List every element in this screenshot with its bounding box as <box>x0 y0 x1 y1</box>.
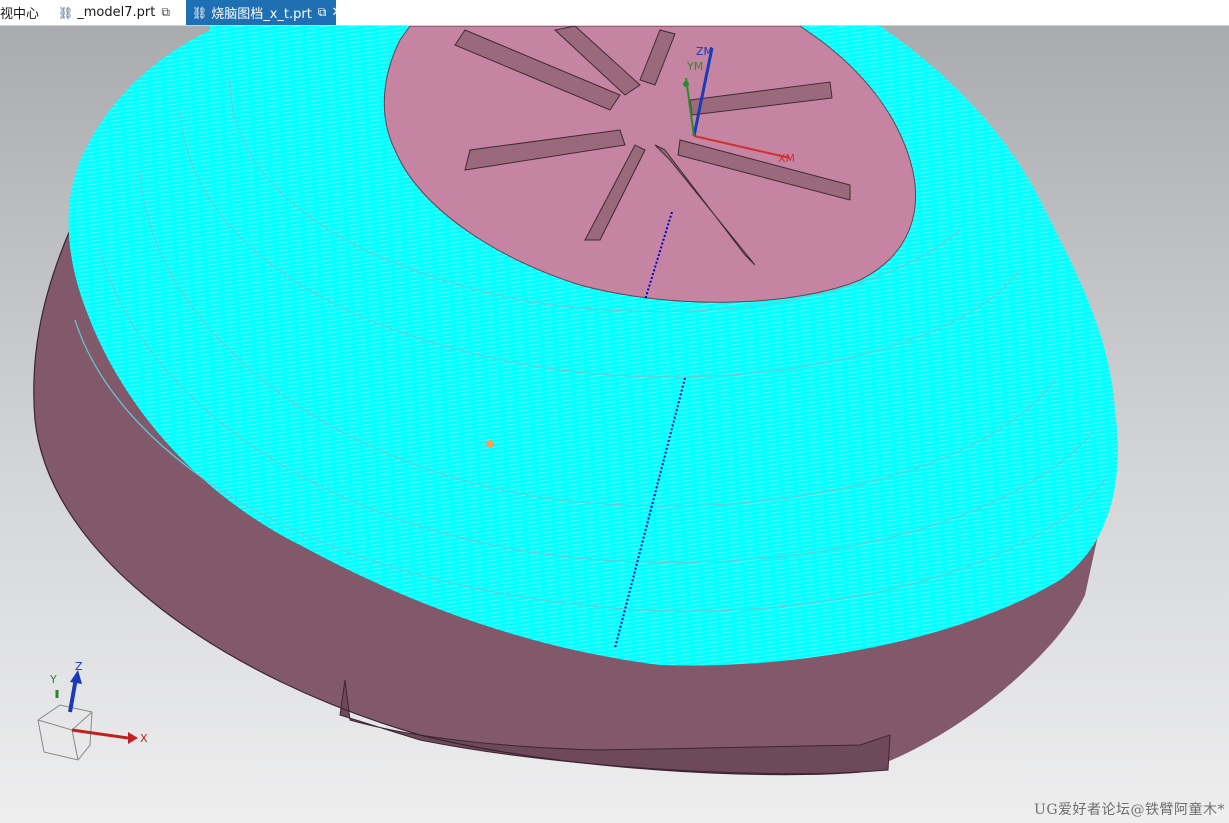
tab-label: 烧脑图档_x_t.prt <box>211 7 312 22</box>
tab-active-part[interactable]: ⛓ 烧脑图档_x_t.prt ⧉ ✕ <box>186 0 342 25</box>
triad-y-label: Y <box>49 673 57 686</box>
tab-label: 视中心 <box>0 7 40 22</box>
graphics-viewport[interactable]: XM YM ZM X Y Z <box>0 26 1229 823</box>
tab-model7[interactable]: ⛓ _model7.prt ⧉ <box>58 0 170 25</box>
part-file-icon: ⛓ <box>192 5 208 20</box>
start-point-marker <box>486 440 494 448</box>
watermark-text: UG爱好者论坛@铁臂阿童木* <box>1034 802 1225 818</box>
zm-label: ZM <box>696 45 713 58</box>
tab-label: _model7.prt <box>77 5 156 20</box>
external-link-icon[interactable]: ⧉ <box>161 5 170 20</box>
part-file-icon: ⛓ <box>58 5 74 20</box>
close-tab-icon[interactable]: ✕ <box>331 5 342 20</box>
tab-resource-center[interactable]: 视中心 <box>0 0 39 25</box>
document-tab-bar: 视中心 ⛓ _model7.prt ⧉ ⛓ 烧脑图档_x_t.prt ⧉ ✕ <box>0 0 1229 26</box>
ym-label: YM <box>686 60 703 73</box>
external-link-icon[interactable]: ⧉ <box>318 5 327 20</box>
triad-x-label: X <box>140 732 148 745</box>
xm-label: XM <box>778 152 795 165</box>
triad-z-label: Z <box>75 660 83 673</box>
